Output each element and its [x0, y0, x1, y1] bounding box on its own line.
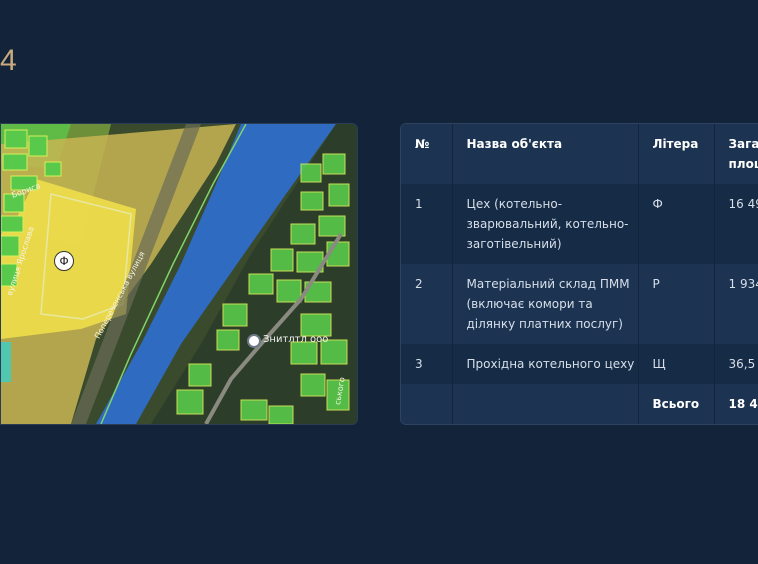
table-row: 3 Прохідна котельного цеху Щ 36,5 — [401, 344, 758, 384]
object-marker[interactable]: Ф — [54, 251, 74, 271]
poi-pin-icon[interactable] — [247, 334, 261, 348]
row-number: 2 — [401, 264, 453, 344]
header-area: Загалплощ — [714, 124, 758, 184]
buildings-table-card: № Назва об'єкта Літера Загалплощ 1 Цех (… — [400, 123, 758, 425]
row-letter: Р — [638, 264, 715, 344]
row-letter: Ф — [638, 184, 715, 264]
row-name: Прохідна котельного цеху — [452, 344, 639, 384]
table-total-row: Всього 18 46 — [401, 384, 758, 424]
map-image[interactable]: Ф вулиця Ярослава Бориса Попереченська в… — [0, 123, 358, 425]
header-letter: Літера — [638, 124, 715, 184]
table-header-row: № Назва об'єкта Літера Загалплощ — [401, 124, 758, 184]
poi-label: Знитлтл ооо — [263, 334, 329, 345]
buildings-table: № Назва об'єкта Літера Загалплощ 1 Цех (… — [401, 124, 758, 424]
header-number: № — [401, 124, 453, 184]
total-label: Всього — [638, 384, 715, 424]
total-value: 18 46 — [714, 384, 758, 424]
row-name: Цех (котельно- зварювальний, котельно- з… — [452, 184, 639, 264]
row-area: 16 49 — [714, 184, 758, 264]
row-letter: Щ — [638, 344, 715, 384]
table-row: 1 Цех (котельно- зварювальний, котельно-… — [401, 184, 758, 264]
slide-number: 4 — [0, 44, 18, 77]
row-area: 36,5 — [714, 344, 758, 384]
row-number: 1 — [401, 184, 453, 264]
row-number: 3 — [401, 344, 453, 384]
row-area: 1 934 — [714, 264, 758, 344]
table-row: 2 Матеріальний склад ПММ (включає комори… — [401, 264, 758, 344]
header-name: Назва об'єкта — [452, 124, 639, 184]
row-name: Матеріальний склад ПММ (включає комори т… — [452, 264, 639, 344]
